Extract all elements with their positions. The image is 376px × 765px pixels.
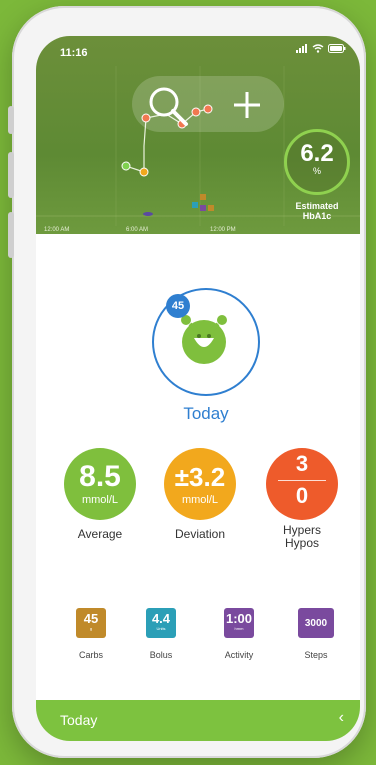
steps-label: Steps (304, 650, 328, 660)
mute-switch (8, 106, 14, 134)
hba1c-label-line1: Estimated (295, 201, 339, 211)
battery-icon (328, 44, 346, 53)
average-label: Average (77, 527, 123, 541)
deviation-unit: mmol/L (181, 494, 219, 506)
volume-up-button (8, 152, 14, 198)
steps-tile[interactable]: 3000 (298, 608, 334, 638)
hypos-count: 0 (295, 483, 309, 508)
time-label-6am: 6:00 AM (126, 227, 149, 233)
app-screen: 6.2 % Estimated HbA1c 12:00 AM 6:00 AM 1… (36, 36, 360, 741)
average-unit: mmol/L (81, 494, 119, 506)
bottom-bar: Today ‹ (36, 700, 360, 741)
carbs-tile[interactable]: 45 g (76, 608, 106, 638)
time-label-midnight: 12:00 AM (44, 227, 70, 233)
bottom-bar-title: Today (60, 712, 98, 728)
carbs-unit: g (89, 626, 93, 631)
carbs-value: 45 (83, 611, 99, 626)
bolus-value: 4.4 (151, 611, 171, 626)
status-icons (296, 44, 346, 53)
chevron-left-icon[interactable]: ‹ (339, 709, 344, 727)
activity-value: 1:00 (225, 611, 253, 626)
wifi-icon (312, 44, 324, 53)
deviation-label: Deviation (174, 527, 226, 541)
entries-count-badge: 45 (166, 294, 190, 318)
activity-label: Activity (224, 650, 254, 660)
hypers-count: 3 (295, 451, 309, 476)
bolus-tile[interactable]: 4.4 Units (146, 608, 176, 638)
hypers-hypos-circle[interactable]: 3 0 (266, 448, 338, 520)
hba1c-label: Estimated HbA1c (278, 201, 356, 221)
add-icon[interactable] (232, 90, 262, 120)
hypos-label: Hypos (284, 536, 319, 550)
hba1c-unit: % (312, 166, 321, 176)
bolus-unit: Units (156, 626, 166, 631)
signal-icon (296, 44, 307, 53)
period-label[interactable]: Today (136, 404, 276, 424)
volume-down-button (8, 212, 14, 258)
average-circle[interactable]: 8.5 mmol/L (64, 448, 136, 520)
hba1c-badge[interactable]: 6.2 % (284, 129, 350, 195)
deviation-circle[interactable]: ±3.2 mmol/L (164, 448, 236, 520)
status-bar: 11:16 (36, 36, 360, 66)
activity-tile[interactable]: 1:00 hmm (224, 608, 254, 638)
average-value: 8.5 (79, 460, 121, 493)
deviation-value: ±3.2 (174, 462, 226, 492)
activity-unit: hmm (234, 626, 244, 631)
status-time: 11:16 (60, 47, 88, 59)
time-label-noon: 12:00 PM (210, 227, 236, 233)
carbs-label: Carbs (78, 650, 103, 660)
hba1c-value: 6.2 (300, 140, 334, 167)
steps-value: 3000 (304, 618, 328, 629)
search-icon[interactable] (146, 84, 192, 130)
hypers-hypos-divider (278, 480, 326, 481)
hypers-hypos-label: Hypers Hypos (252, 524, 352, 550)
bolus-label: Bolus (149, 650, 173, 660)
hba1c-label-line2: HbA1c (302, 211, 332, 221)
